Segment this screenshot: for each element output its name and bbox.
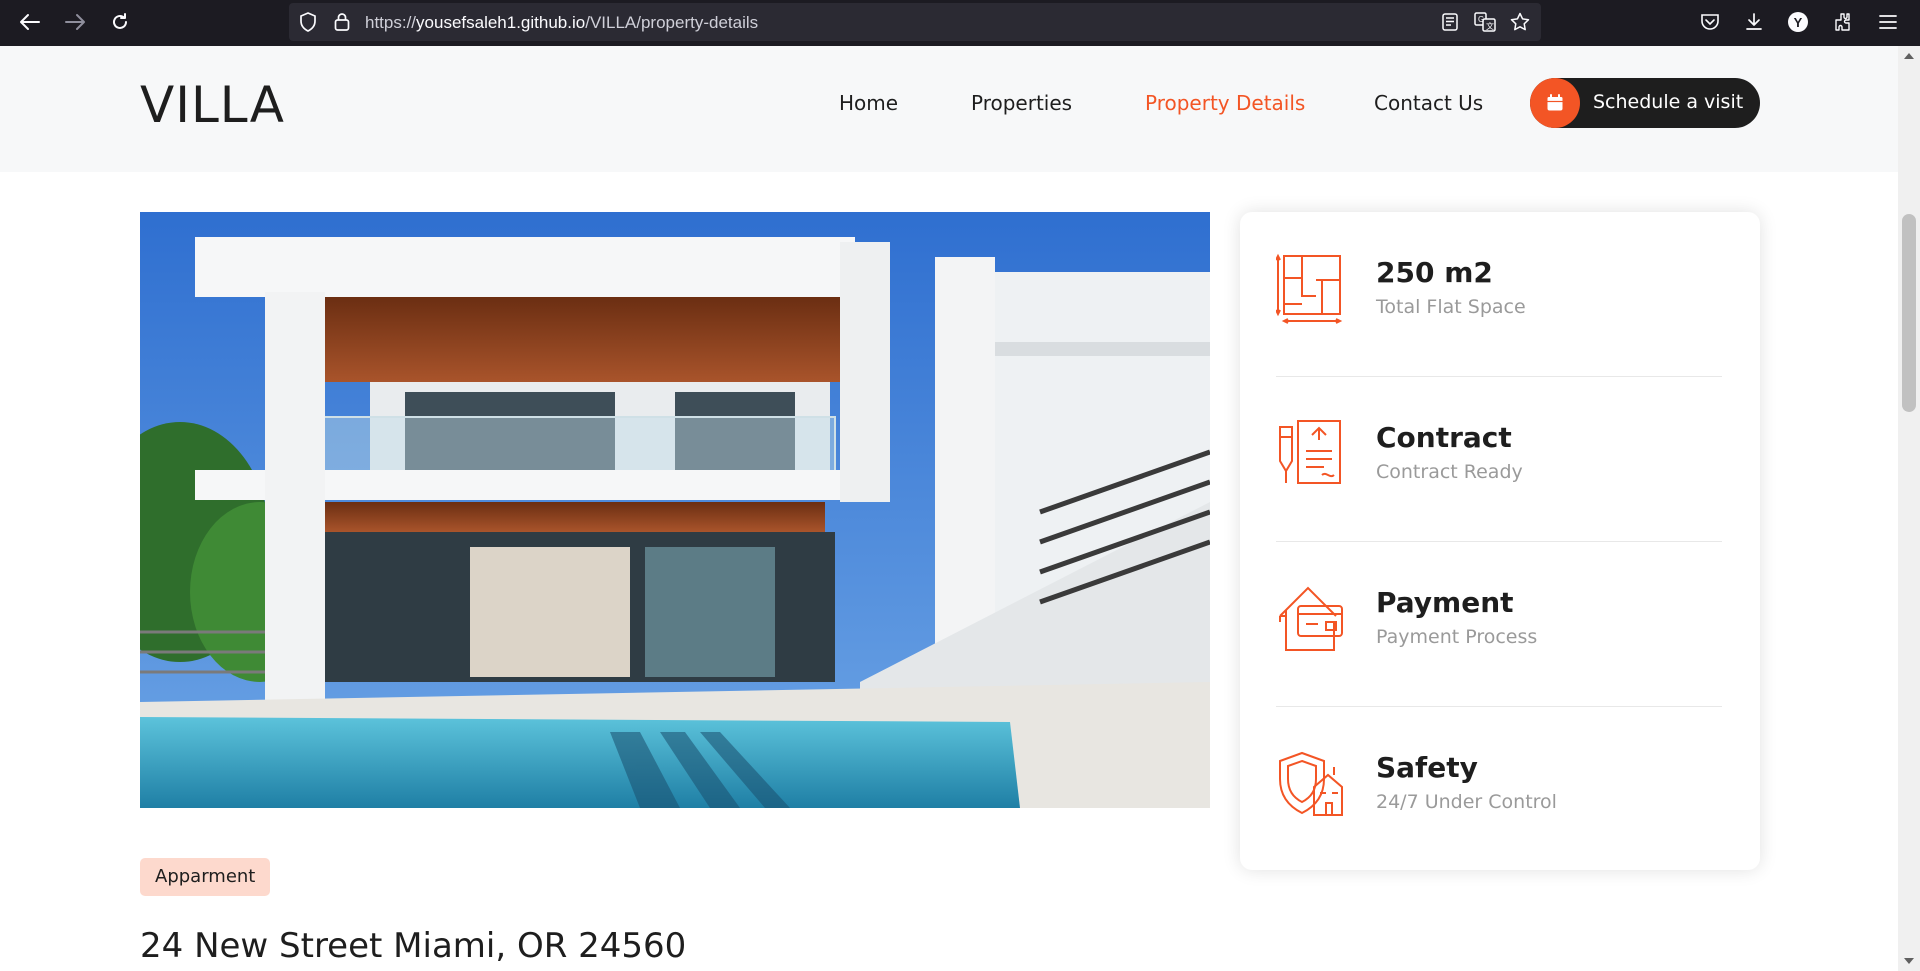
scroll-down-icon[interactable] — [1902, 955, 1916, 967]
calendar-icon — [1530, 78, 1580, 128]
property-photo — [140, 212, 1210, 808]
feature-item: Safety 24/7 Under Control — [1276, 707, 1722, 872]
browser-toolbar: https://yousefsaleh1.github.io/VILLA/pro… — [0, 0, 1920, 46]
feature-value: Payment — [1376, 586, 1514, 619]
feature-item: Contract Contract Ready — [1276, 377, 1722, 542]
page-scrollbar[interactable] — [1898, 46, 1920, 971]
property-features-card: 250 m2 Total Flat Space Contract Contrac… — [1240, 212, 1760, 870]
bookmark-star-icon[interactable] — [1509, 11, 1531, 33]
forward-icon[interactable] — [60, 9, 90, 35]
schedule-visit-button[interactable]: Schedule a visit — [1530, 78, 1760, 128]
feature-label: Total Flat Space — [1376, 296, 1526, 318]
feature-value: Safety — [1376, 751, 1478, 784]
page-content: VILLA Home Properties Property Details C… — [0, 46, 1898, 971]
safety-shield-icon — [1276, 747, 1344, 819]
feature-item: Payment Payment Process — [1276, 542, 1722, 707]
schedule-visit-label: Schedule a visit — [1593, 91, 1744, 113]
site-header: VILLA Home Properties Property Details C… — [0, 46, 1898, 172]
payment-icon — [1276, 582, 1344, 654]
feature-label: 24/7 Under Control — [1376, 791, 1557, 813]
nav-properties[interactable]: Properties — [971, 91, 1072, 115]
feature-label: Payment Process — [1376, 626, 1538, 648]
feature-item: 250 m2 Total Flat Space — [1275, 212, 1722, 377]
feature-value: Contract — [1376, 421, 1512, 454]
feature-label: Contract Ready — [1376, 461, 1523, 483]
floor-plan-icon — [1275, 252, 1344, 324]
menu-icon[interactable] — [1875, 9, 1901, 35]
nav-contact-us[interactable]: Contact Us — [1374, 91, 1483, 115]
reader-view-icon[interactable] — [1439, 11, 1461, 33]
url-text: https://yousefsaleh1.github.io/VILLA/pro… — [365, 13, 759, 32]
address-bar[interactable]: https://yousefsaleh1.github.io/VILLA/pro… — [289, 3, 1541, 41]
svg-text:G: G — [1478, 15, 1484, 24]
scroll-up-icon[interactable] — [1902, 50, 1916, 62]
pocket-icon[interactable] — [1697, 9, 1723, 35]
site-logo[interactable]: VILLA — [140, 76, 285, 134]
translate-icon[interactable]: G文 — [1474, 11, 1496, 33]
scroll-thumb[interactable] — [1902, 214, 1916, 412]
property-address: 24 New Street Miami, OR 24560 — [140, 926, 687, 966]
svg-text:文: 文 — [1486, 21, 1494, 31]
feature-value: 250 m2 — [1376, 256, 1493, 289]
lock-icon[interactable] — [331, 11, 353, 33]
shield-icon[interactable] — [297, 11, 319, 33]
property-type-badge: Apparment — [140, 858, 271, 896]
nav-property-details[interactable]: Property Details — [1145, 91, 1305, 115]
download-icon[interactable] — [1741, 9, 1767, 35]
account-avatar[interactable]: Y — [1785, 9, 1811, 35]
reload-icon[interactable] — [105, 9, 135, 35]
nav-home[interactable]: Home — [839, 91, 898, 115]
extensions-icon[interactable] — [1830, 9, 1856, 35]
back-icon[interactable] — [15, 9, 45, 35]
contract-icon — [1276, 417, 1344, 489]
